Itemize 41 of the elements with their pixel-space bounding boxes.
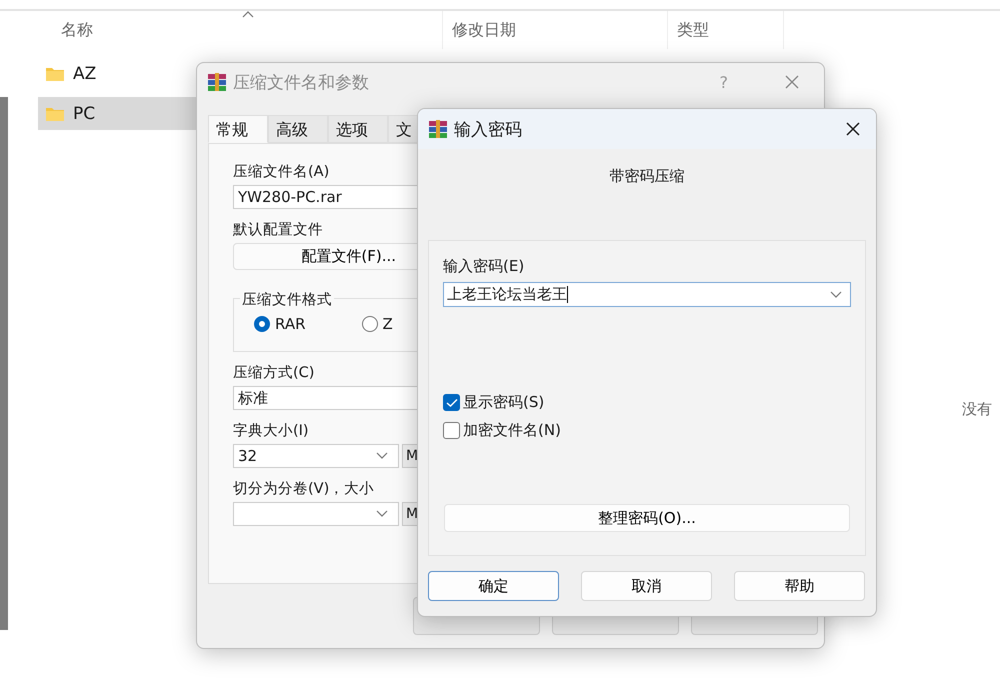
window-title: 输入密码 [454,118,522,140]
close-icon[interactable] [845,121,861,137]
checkbox-option[interactable]: 加密文件名(N) [443,421,561,440]
field-label: 字典大小(I) [233,422,309,440]
field-label: 压缩方式(C) [233,364,314,382]
radio-option[interactable]: RAR [254,315,306,333]
checkmark-icon [446,398,458,408]
checkbox[interactable] [443,394,460,411]
dialog-heading: 带密码压缩 [608,167,686,187]
radio-icon[interactable] [362,316,378,332]
tab[interactable]: 常规 [208,115,268,143]
archive-icon [207,72,227,92]
chevron-down-icon [830,290,842,298]
archive-icon [428,119,448,139]
dictionary-size-dropdown[interactable]: 32 [233,444,399,468]
sort-up-icon [242,10,254,18]
column-header[interactable]: 名称 [52,11,93,49]
chevron-down-icon [376,510,388,518]
organize-passwords-button[interactable]: 整理密码(O)... [444,504,850,532]
tab[interactable]: 高级 [268,115,328,143]
dialog-button[interactable]: 确定 [428,571,559,601]
column-header[interactable]: 类型 [667,11,784,49]
folder-icon [45,66,65,82]
folder-icon [45,106,65,122]
field-label: 切分为分卷(V)，大小 [233,480,374,498]
field-label: 默认配置文件 [233,221,323,239]
folder-item[interactable]: AZ [38,57,208,90]
column-header[interactable]: 修改日期 [442,11,516,49]
field-label: 压缩文件名(A) [233,163,330,181]
radio-option[interactable]: Z [362,315,393,333]
radio-icon[interactable] [254,316,270,332]
dialog-button[interactable]: 取消 [581,571,712,601]
checkbox[interactable] [443,422,460,439]
chevron-down-icon [376,452,388,460]
preview-message: 没有 [962,400,992,419]
dialog-button[interactable]: 帮助 [734,571,865,601]
scrollbar[interactable] [0,97,8,630]
tab[interactable]: 选项 [328,115,388,143]
password-field[interactable]: 上老王论坛当老王 [443,282,851,307]
group-title: 压缩文件格式 [240,290,334,309]
window-title: 压缩文件名和参数 [233,72,369,94]
